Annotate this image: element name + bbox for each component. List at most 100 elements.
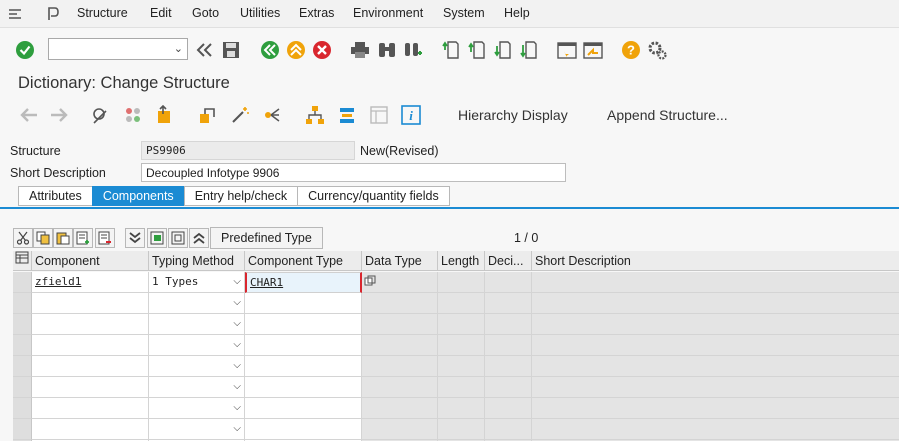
print-icon[interactable] xyxy=(349,39,371,61)
column-header-component-type[interactable]: Component Type xyxy=(245,251,362,271)
column-header-data-type[interactable]: Data Type xyxy=(362,251,438,271)
hierarchy-display-button[interactable]: Hierarchy Display xyxy=(458,107,568,123)
tab-attributes[interactable]: Attributes xyxy=(18,186,92,206)
deselect-button[interactable] xyxy=(168,228,188,248)
chevron-down-icon[interactable]: ⌵ xyxy=(233,381,241,392)
row-selector[interactable] xyxy=(13,398,32,419)
component-cell[interactable] xyxy=(32,398,149,419)
delete-row-button[interactable] xyxy=(95,228,115,248)
column-config-icon[interactable] xyxy=(13,251,32,271)
typing-method-cell[interactable]: ⌵ xyxy=(149,293,245,314)
menu-system[interactable]: System xyxy=(443,6,485,20)
back-icon[interactable] xyxy=(259,39,281,61)
next-page-icon[interactable] xyxy=(492,39,514,61)
typing-method-cell[interactable]: ⌵ xyxy=(149,356,245,377)
info-icon[interactable]: i xyxy=(400,104,422,126)
component-cell[interactable] xyxy=(32,293,149,314)
row-selector[interactable] xyxy=(13,356,32,377)
component-cell[interactable] xyxy=(32,419,149,440)
navigate-icon[interactable] xyxy=(261,104,283,126)
chevron-down-icon[interactable]: ⌵ xyxy=(233,276,241,287)
component-cell[interactable] xyxy=(32,314,149,335)
predefined-type-button[interactable]: Predefined Type xyxy=(210,227,323,249)
component-type-cell[interactable] xyxy=(245,377,362,398)
chevron-down-icon[interactable]: ⌵ xyxy=(233,297,241,308)
component-type-cell[interactable] xyxy=(245,356,362,377)
where-used-icon[interactable] xyxy=(197,104,219,126)
column-header-short-description[interactable]: Short Description xyxy=(532,251,899,271)
last-page-icon[interactable] xyxy=(518,39,540,61)
settings-icon[interactable] xyxy=(646,39,668,61)
component-type-value[interactable]: CHAR1 xyxy=(250,276,283,289)
component-type-cell[interactable]: CHAR1 xyxy=(245,272,362,293)
menu-goto[interactable]: Goto xyxy=(192,6,219,20)
check-object-icon[interactable] xyxy=(122,104,144,126)
find-icon[interactable] xyxy=(376,39,398,61)
chevron-down-icon[interactable]: ⌄ xyxy=(174,42,183,55)
component-cell[interactable] xyxy=(32,356,149,377)
component-type-cell[interactable] xyxy=(245,293,362,314)
previous-page-icon[interactable] xyxy=(466,39,488,61)
menu-utilities[interactable]: Utilities xyxy=(240,6,280,20)
row-selector[interactable] xyxy=(13,419,32,440)
paste-row-button[interactable] xyxy=(53,228,73,248)
tab-currency-quantity[interactable]: Currency/quantity fields xyxy=(297,186,450,206)
append-structure-icon[interactable] xyxy=(336,104,358,126)
expand-all-button[interactable] xyxy=(125,228,145,248)
forward-arrow-icon[interactable] xyxy=(48,104,70,126)
menu-structure[interactable]: Structure xyxy=(77,6,128,20)
display-change-icon[interactable] xyxy=(90,104,112,126)
menu-extras[interactable]: Extras xyxy=(299,6,334,20)
copy-row-button[interactable] xyxy=(33,228,53,248)
activate-icon[interactable] xyxy=(154,104,176,126)
row-selector[interactable] xyxy=(13,377,32,398)
help-icon[interactable]: ? xyxy=(620,39,642,61)
component-type-cell[interactable] xyxy=(245,398,362,419)
find-next-icon[interactable] xyxy=(402,39,424,61)
component-value[interactable]: zfield1 xyxy=(35,275,81,288)
component-cell[interactable] xyxy=(32,335,149,356)
create-session-icon[interactable] xyxy=(556,39,578,61)
short-description-field[interactable]: Decoupled Infotype 9906 xyxy=(141,163,566,182)
save-icon[interactable] xyxy=(220,39,242,61)
typing-method-cell[interactable]: ⌵ xyxy=(149,314,245,335)
typing-method-cell[interactable]: ⌵ xyxy=(149,377,245,398)
menu-environment[interactable]: Environment xyxy=(353,6,423,20)
menu-help[interactable]: Help xyxy=(504,6,530,20)
magic-wand-icon[interactable] xyxy=(229,104,251,126)
cancel-icon[interactable] xyxy=(311,39,333,61)
chevron-down-icon[interactable]: ⌵ xyxy=(233,402,241,413)
typing-method-cell[interactable]: ⌵ xyxy=(149,335,245,356)
typing-method-cell[interactable]: 1 Types ⌵ xyxy=(149,272,245,293)
typing-method-cell[interactable]: ⌵ xyxy=(149,398,245,419)
column-header-length[interactable]: Length xyxy=(438,251,485,271)
menu-edit[interactable]: Edit xyxy=(150,6,172,20)
collapse-icon[interactable] xyxy=(194,39,216,61)
command-field[interactable]: ⌄ xyxy=(48,38,188,60)
component-cell[interactable] xyxy=(32,377,149,398)
insert-row-button[interactable] xyxy=(73,228,93,248)
sap-logo-icon[interactable] xyxy=(42,3,64,25)
menu-expand-icon[interactable] xyxy=(4,3,26,25)
row-selector[interactable] xyxy=(13,293,32,314)
column-header-decimals[interactable]: Deci... xyxy=(485,251,532,271)
column-header-component[interactable]: Component xyxy=(32,251,149,271)
component-cell[interactable]: zfield1 xyxy=(32,272,149,293)
enter-icon[interactable] xyxy=(14,39,36,61)
cut-row-button[interactable] xyxy=(13,228,33,248)
value-help-icon[interactable] xyxy=(364,275,376,290)
chevron-down-icon[interactable]: ⌵ xyxy=(233,318,241,329)
collapse-all-button[interactable] xyxy=(189,228,209,248)
tab-components[interactable]: Components xyxy=(91,186,184,206)
component-type-cell[interactable] xyxy=(245,314,362,335)
exit-icon[interactable] xyxy=(285,39,307,61)
shortcut-icon[interactable] xyxy=(582,39,604,61)
chevron-down-icon[interactable]: ⌵ xyxy=(233,423,241,434)
hierarchy-icon[interactable] xyxy=(304,104,326,126)
back-arrow-icon[interactable] xyxy=(18,104,40,126)
select-block-button[interactable] xyxy=(147,228,167,248)
chevron-down-icon[interactable]: ⌵ xyxy=(233,339,241,350)
append-structure-button[interactable]: Append Structure... xyxy=(607,107,728,123)
column-header-typing-method[interactable]: Typing Method xyxy=(149,251,245,271)
row-selector[interactable] xyxy=(13,272,32,293)
